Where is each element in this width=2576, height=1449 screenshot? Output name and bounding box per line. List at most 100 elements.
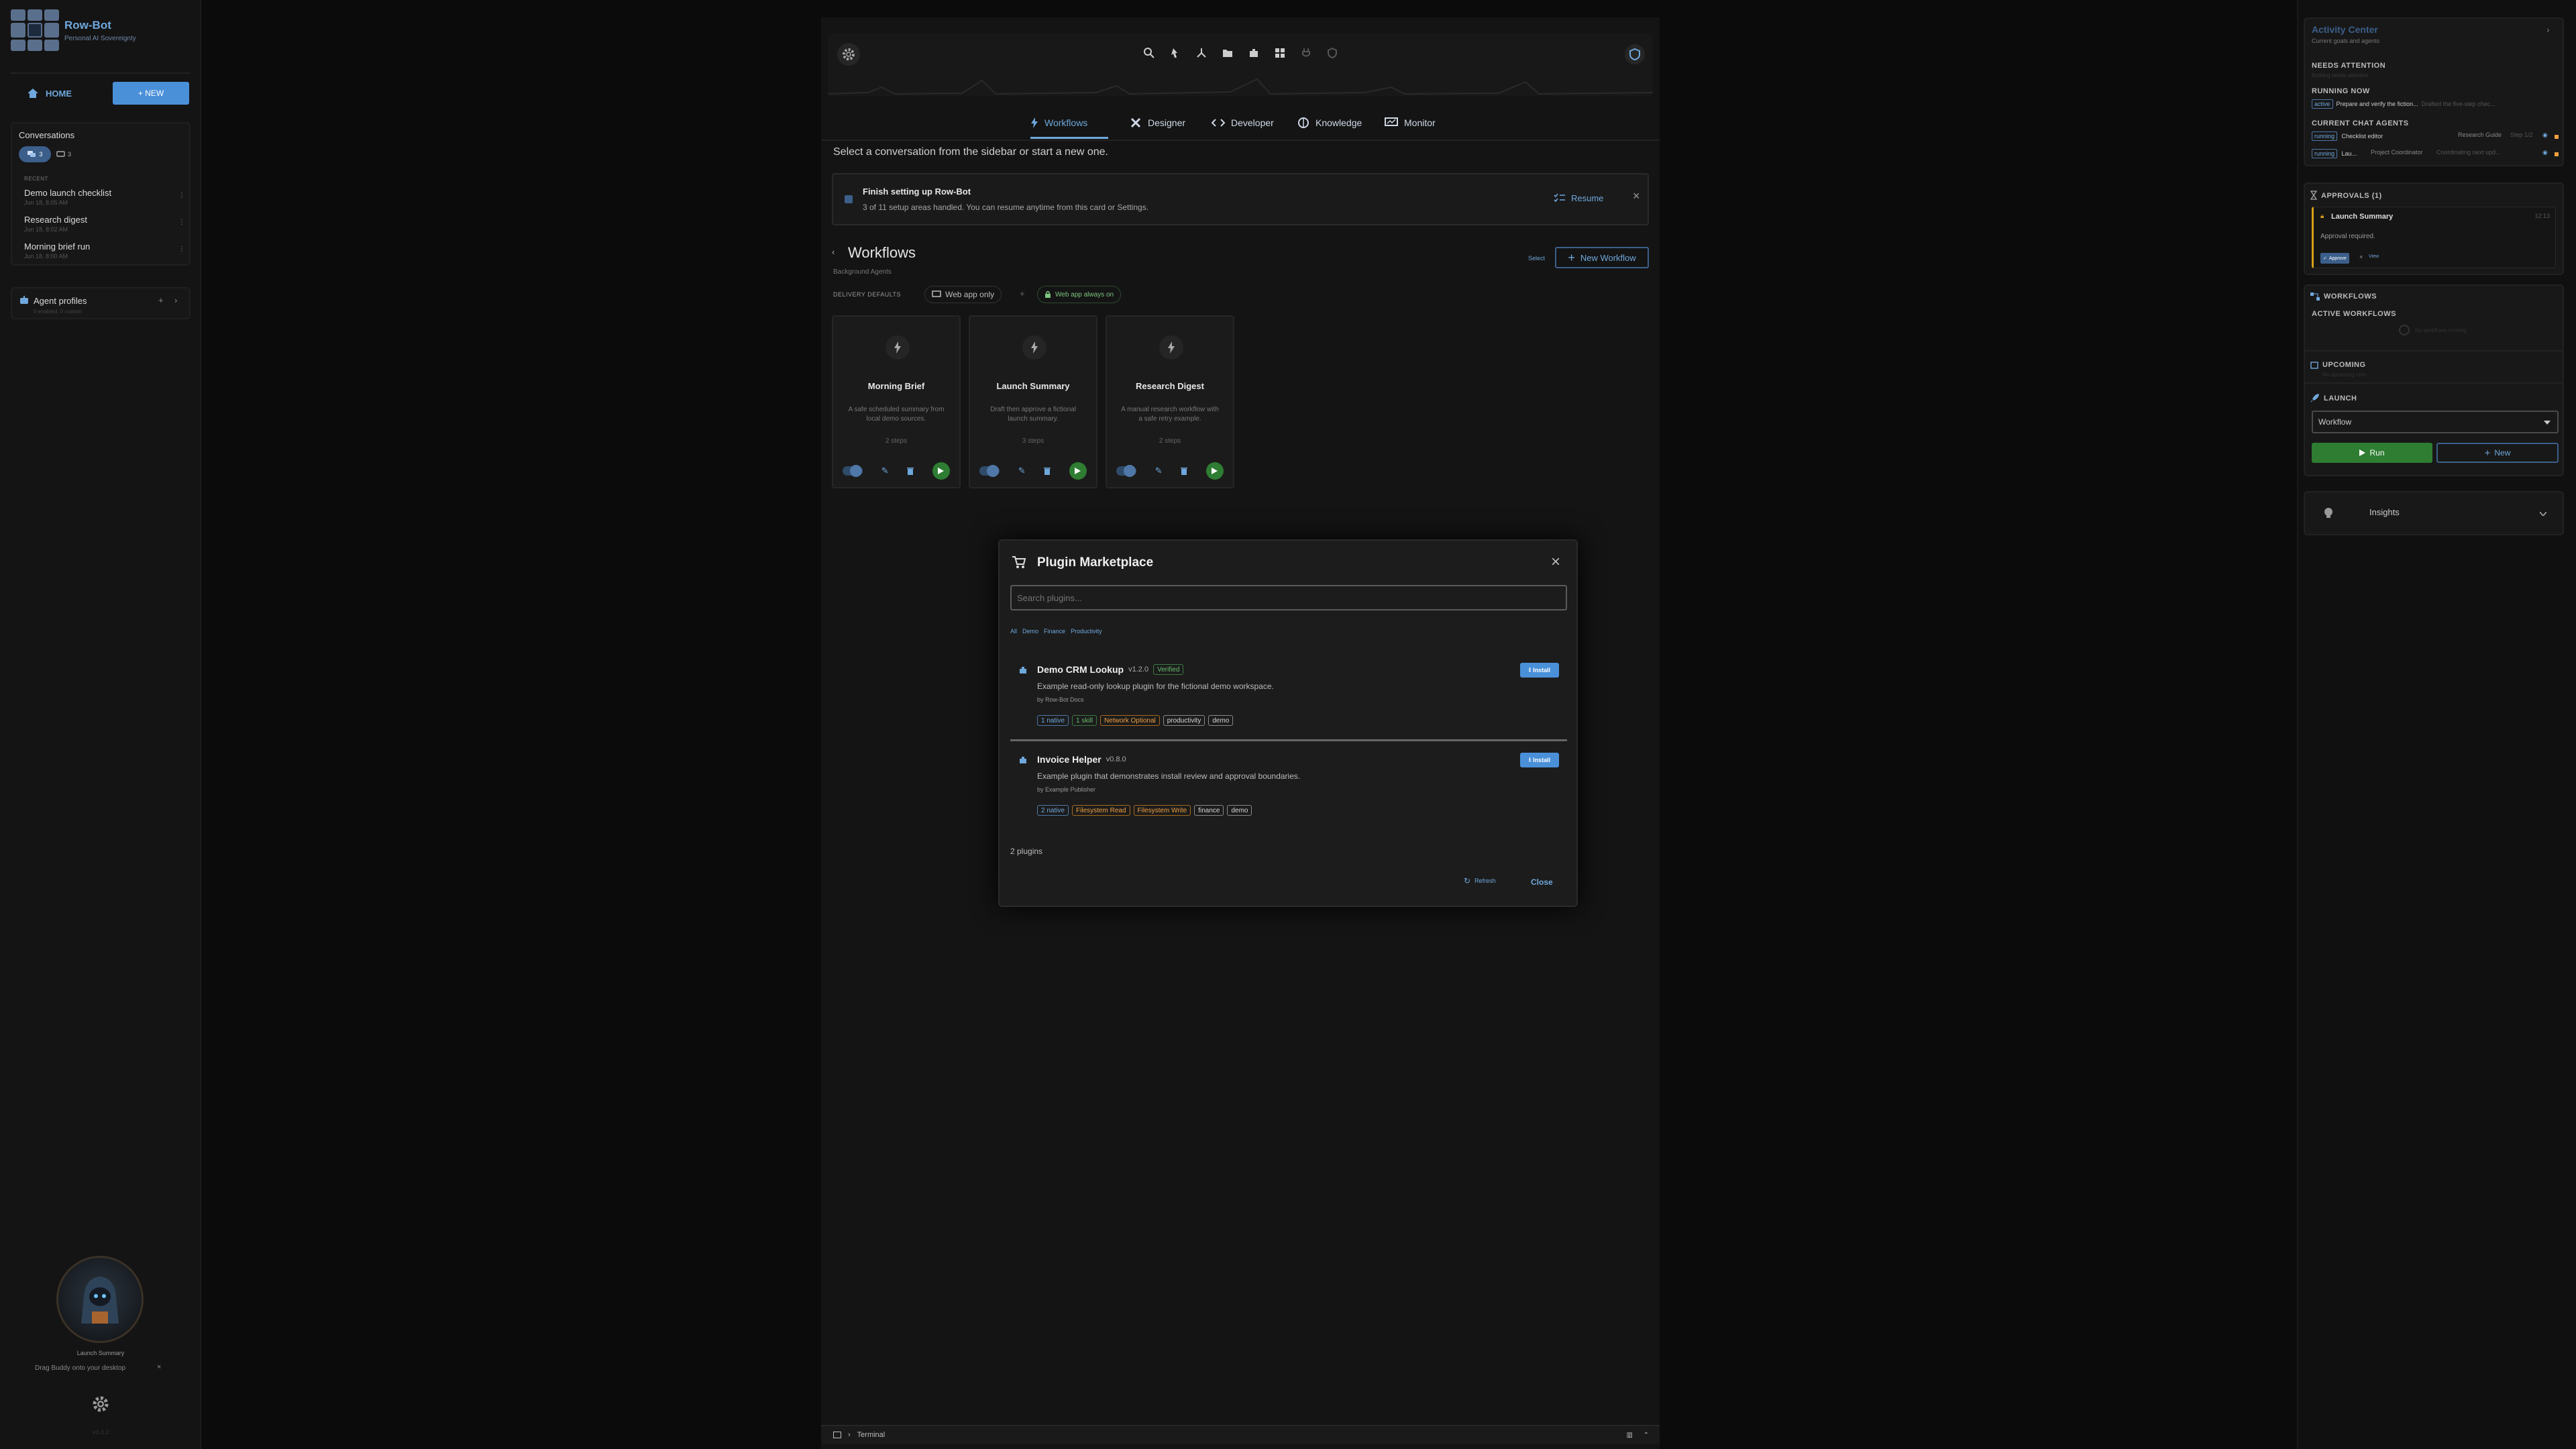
enable-toggle[interactable]	[979, 465, 1000, 477]
workflow-card[interactable]: Research Digest A manual research workfl…	[1106, 315, 1234, 488]
agent-profiles-panel[interactable]: Agent profiles 0 enabled, 0 custom + ›	[11, 287, 191, 319]
run-workflow-button[interactable]	[1069, 462, 1087, 480]
enable-toggle[interactable]	[843, 465, 863, 477]
add-delivery-icon[interactable]: +	[1020, 288, 1025, 299]
filter-productivity[interactable]: Productivity	[1071, 628, 1102, 635]
zoom-search-icon[interactable]	[1143, 47, 1155, 59]
conversation-date: Jun 18, 8:00 AM	[24, 253, 68, 260]
workflow-title: Research Digest	[1136, 381, 1204, 391]
agent-row[interactable]: running Checklist editor Research Guide …	[2312, 131, 2560, 142]
terminal-bar[interactable]: › Terminal ▥ ⌃	[821, 1425, 1660, 1444]
more-options-icon[interactable]: ⋮	[178, 246, 185, 253]
workflow-description: A manual research workflow with a safe r…	[1121, 406, 1219, 423]
tab-knowledge[interactable]: Knowledge	[1297, 107, 1362, 138]
buddy-character-icon	[81, 1277, 119, 1324]
pointer-icon[interactable]	[1169, 47, 1181, 59]
settings-gear-icon[interactable]	[92, 1395, 109, 1413]
buddy-avatar[interactable]	[56, 1256, 144, 1343]
edit-icon[interactable]: ✎	[881, 466, 889, 476]
stop-icon[interactable]	[2555, 152, 2559, 156]
trash-icon[interactable]	[907, 467, 914, 475]
install-button[interactable]: ⭳ Install	[1520, 663, 1559, 678]
tab-monitor[interactable]: Monitor	[1385, 107, 1436, 138]
chat-filter-toggle[interactable]: 3	[56, 148, 71, 161]
plugin-tag: Filesystem Write	[1133, 805, 1191, 816]
edit-icon[interactable]: ✎	[1018, 466, 1026, 476]
close-dialog-icon[interactable]: ×	[1551, 553, 1560, 572]
resume-setup-button[interactable]: Resume	[1554, 189, 1603, 207]
new-workflow-button[interactable]: + New Workflow	[1555, 247, 1649, 268]
enable-toggle[interactable]	[1116, 465, 1136, 477]
workflow-card[interactable]: Morning Brief A safe scheduled summary f…	[832, 315, 961, 488]
approval-item[interactable]: 🔒︎ Launch Summary 12:13 Approval require…	[2312, 207, 2556, 268]
workflow-card[interactable]: Launch Summary Draft then approve a fict…	[969, 315, 1097, 488]
list-item[interactable]: Research digest Jun 18, 8:02 AM ⋮	[24, 215, 185, 237]
install-label: Install	[1533, 667, 1551, 674]
chevron-right-icon[interactable]: ›	[174, 295, 177, 305]
conversation-filter-toggle[interactable]: 3	[19, 146, 51, 162]
view-approval-link[interactable]: View	[2369, 254, 2379, 259]
new-conversation-button[interactable]: + NEW	[113, 82, 189, 105]
shield-outline-icon[interactable]	[1326, 47, 1338, 59]
run-workflow-button[interactable]: Run	[2312, 443, 2432, 463]
close-button[interactable]: Close	[1531, 877, 1553, 887]
refresh-button[interactable]: ↻ Refresh	[1464, 876, 1496, 885]
tab-designer[interactable]: Designer	[1130, 107, 1185, 138]
delivery-select[interactable]: Web app only	[924, 286, 1002, 303]
run-workflow-button[interactable]	[1205, 462, 1224, 480]
apps-grid-icon[interactable]	[1274, 47, 1286, 59]
home-button[interactable]: HOME	[27, 83, 72, 103]
insights-card[interactable]: Insights	[2304, 491, 2564, 535]
download-icon: ⭳	[1528, 666, 1532, 673]
more-options-icon[interactable]: ⋮	[178, 192, 185, 199]
conversations-panel: Conversations 3 3 RECENT Demo launch che…	[11, 122, 191, 266]
filter-demo[interactable]: Demo	[1022, 628, 1038, 635]
approve-button[interactable]: ✓ Approve	[2320, 253, 2349, 264]
plugin-card: Invoice Helper v0.8.0 Example plugin tha…	[1010, 742, 1567, 830]
app-tagline: Personal AI Sovereignty	[64, 35, 136, 42]
settings-button[interactable]	[837, 43, 860, 66]
chevron-right-icon[interactable]: ›	[2546, 24, 2550, 35]
trash-icon[interactable]	[1044, 467, 1051, 475]
tools-icon	[1130, 117, 1141, 128]
close-icon[interactable]: ×	[157, 1363, 161, 1371]
run-workflow-button[interactable]	[932, 462, 950, 480]
list-item[interactable]: Demo launch checklist Jun 18, 8:05 AM ⋮	[24, 188, 185, 211]
trash-icon[interactable]	[1181, 467, 1188, 475]
reject-icon[interactable]: ×	[2359, 254, 2363, 260]
expand-icon[interactable]: ⌃	[1644, 1432, 1649, 1439]
plugin-search-input[interactable]	[1010, 585, 1567, 610]
filter-all[interactable]: All	[1010, 628, 1017, 635]
running-item[interactable]: active Prepare and verify the fiction...…	[2312, 99, 2560, 109]
agent-row[interactable]: running Lau... Project Coordinator Coord…	[2312, 149, 2560, 160]
more-options-icon[interactable]: ⋮	[178, 219, 185, 226]
tab-workflows[interactable]: Workflows	[1030, 107, 1108, 138]
split-icon[interactable]: ▥	[1627, 1432, 1633, 1439]
agent-name: Checklist editor	[2341, 133, 2383, 140]
eye-icon[interactable]: ◉	[2542, 149, 2548, 156]
branch-icon[interactable]	[1195, 47, 1208, 59]
tab-developer[interactable]: Developer	[1212, 107, 1274, 138]
edit-icon[interactable]: ✎	[1155, 466, 1163, 476]
rocket-icon	[2310, 394, 2319, 402]
install-button[interactable]: ⭳ Install	[1520, 753, 1559, 767]
running-now-label: RUNNING NOW	[2312, 87, 2370, 95]
stop-icon[interactable]	[2555, 135, 2559, 139]
plugin-tag: Network Optional	[1100, 715, 1160, 726]
list-item[interactable]: Morning brief run Jun 18, 8:00 AM ⋮	[24, 241, 185, 264]
puzzle-icon[interactable]	[1248, 47, 1260, 59]
buddy-name: Launch Summary	[76, 1350, 125, 1356]
folder-icon[interactable]	[1222, 47, 1234, 59]
security-button[interactable]	[1625, 44, 1645, 64]
dismiss-setup-icon[interactable]: ×	[1633, 189, 1640, 203]
add-icon[interactable]: +	[158, 295, 164, 305]
new-workflow-button[interactable]: + New	[2436, 443, 2559, 463]
collapse-chevron-icon[interactable]: ‹	[832, 247, 835, 257]
new-label: New	[2494, 448, 2511, 458]
filter-finance[interactable]: Finance	[1044, 628, 1065, 635]
select-workflows-button[interactable]: Select	[1528, 255, 1545, 262]
chat-bubbles-icon	[28, 151, 36, 157]
workflow-select[interactable]: Workflow	[2312, 411, 2559, 433]
eye-icon[interactable]: ◉	[2542, 131, 2548, 139]
plug-icon[interactable]	[1300, 47, 1312, 59]
